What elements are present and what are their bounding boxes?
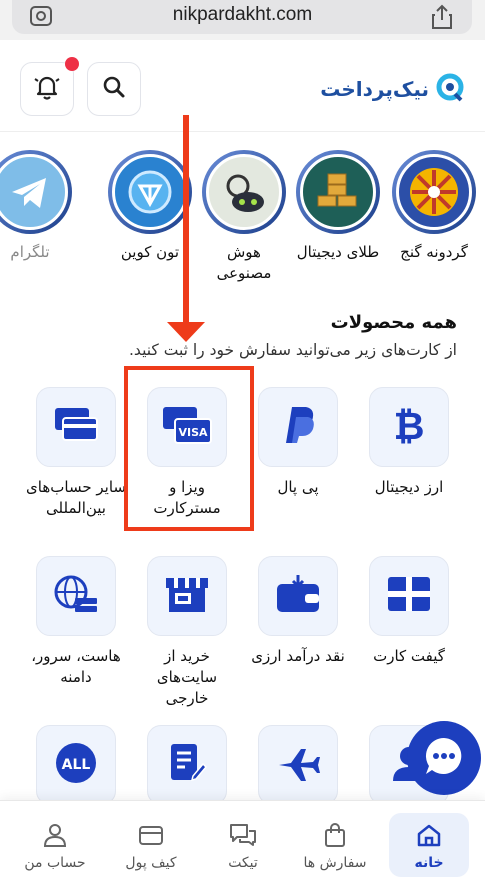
bag-icon <box>295 823 375 851</box>
gold-bars-icon <box>300 154 376 230</box>
annotation-arrow-line <box>183 115 189 330</box>
product-crypto[interactable]: ₿ ارز دیجیتال <box>359 387 459 498</box>
notification-badge <box>65 57 79 71</box>
svg-text:₿: ₿ <box>394 404 425 447</box>
nav-wallet[interactable]: کیف پول <box>111 813 191 877</box>
logo-icon <box>435 72 465 106</box>
all-icon: ALL <box>54 741 98 789</box>
bell-icon <box>32 72 62 106</box>
store-icon <box>164 574 210 618</box>
chat-icon <box>422 734 466 782</box>
share-icon[interactable] <box>429 3 455 35</box>
nav-account[interactable]: حساب من <box>15 813 95 877</box>
story-item[interactable]: هوش مصنوعی <box>199 150 289 284</box>
bitcoin-icon: ₿ <box>389 403 429 451</box>
ai-robot-icon <box>206 154 282 230</box>
bottom-nav: خانه سفارش ها تیکت کیف پول حساب من <box>0 800 485 882</box>
annotation-highlight-box <box>124 366 254 531</box>
logo-text: نیک‌پرداخت <box>320 77 429 101</box>
section-subtitle: از کارت‌های زیر می‌توانید سفارش خود را ث… <box>129 341 457 359</box>
document-icon <box>167 742 208 788</box>
globe-server-icon <box>53 574 99 618</box>
annotation-arrow-head <box>167 322 205 342</box>
wallet-icon <box>111 823 191 851</box>
chat-bubbles-icon <box>203 823 283 851</box>
nav-home[interactable]: خانه <box>389 813 469 877</box>
toncoin-icon <box>112 154 188 230</box>
paypal-icon <box>278 403 318 451</box>
product-hosting[interactable]: هاست، سرور، دامنه <box>26 556 126 688</box>
cards-icon <box>53 406 99 448</box>
product-all[interactable]: ALL <box>26 725 126 805</box>
product-international-accounts[interactable]: سایر حساب‌های بین‌المللی <box>26 387 126 519</box>
nav-orders[interactable]: سفارش ها <box>295 813 375 877</box>
product-gift-card[interactable]: گیفت کارت <box>359 556 459 667</box>
product-currency-income[interactable]: نقد درآمد ارزی <box>248 556 348 667</box>
browser-bar: nikpardakht.com <box>0 0 485 40</box>
url-text[interactable]: nikpardakht.com <box>0 4 485 26</box>
product-paypal[interactable]: پی پال <box>248 387 348 498</box>
airplane-icon <box>275 743 321 787</box>
search-button[interactable] <box>87 62 141 116</box>
wallet-icon <box>275 574 321 618</box>
section-title: همه محصولات <box>330 312 457 333</box>
story-item[interactable]: تون کوین <box>105 150 195 263</box>
wheel-icon <box>396 154 472 230</box>
story-item[interactable]: گردونه گنج <box>389 150 479 263</box>
search-icon <box>101 74 127 104</box>
product-flights[interactable] <box>248 725 348 805</box>
gift-card-icon <box>386 575 432 617</box>
nav-tickets[interactable]: تیکت <box>203 813 283 877</box>
product-documents[interactable] <box>137 725 237 805</box>
product-foreign-shopping[interactable]: خرید از سایت‌های خارجی <box>137 556 237 709</box>
support-chat-button[interactable] <box>407 721 481 795</box>
home-icon <box>389 823 469 851</box>
svg-text:ALL: ALL <box>62 757 91 773</box>
user-icon <box>15 823 95 851</box>
story-item[interactable]: طلای دیجیتال <box>293 150 383 263</box>
site-header: نیک‌پرداخت <box>0 40 485 132</box>
story-item[interactable]: تلگرام <box>0 150 75 263</box>
telegram-icon <box>0 154 68 230</box>
stories-row: گردونه گنج طلای دیجیتال هوش مصنوعی تون ک… <box>0 150 485 290</box>
notifications-button[interactable] <box>20 57 79 116</box>
site-logo[interactable]: نیک‌پرداخت <box>320 72 465 106</box>
